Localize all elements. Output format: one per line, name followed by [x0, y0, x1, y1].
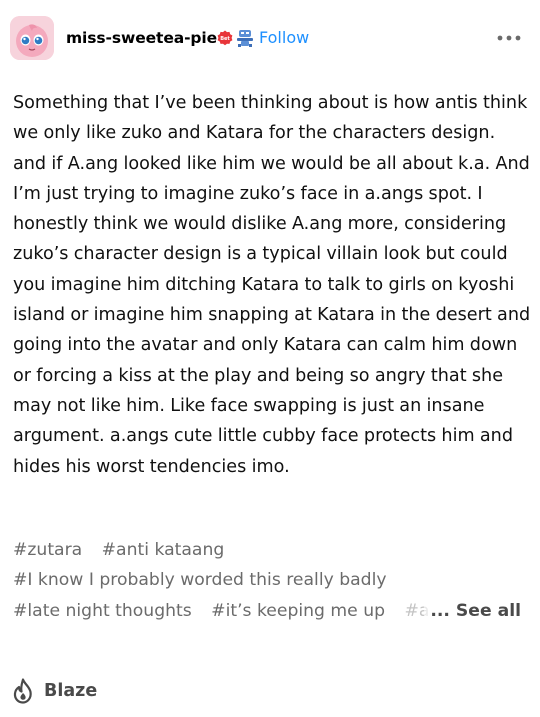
blaze-button[interactable]: Blaze — [12, 678, 97, 704]
red-bet-badge-icon: Bet — [217, 30, 233, 46]
see-all-tags-button[interactable]: ... See all — [424, 595, 521, 626]
flame-icon — [13, 678, 32, 704]
post-header: miss-sweetea-pie Bet Follow — [0, 0, 540, 78]
tag-line-3: #late night thoughts #it’s keeping me up… — [13, 595, 528, 626]
tag[interactable]: #I know I probably worded this really ba… — [13, 570, 387, 590]
tag[interactable]: #it’s keeping me up — [211, 601, 385, 621]
svg-text:Bet: Bet — [220, 36, 230, 42]
tag-line-1: #zutara #anti kataang — [13, 535, 528, 565]
more-options-icon[interactable] — [496, 28, 522, 48]
tag[interactable]: #zutara — [13, 540, 82, 560]
post-card: miss-sweetea-pie Bet Follow Something th… — [0, 0, 540, 717]
tag-line-2: #I know I probably worded this really ba… — [13, 565, 528, 595]
follow-button[interactable]: Follow — [259, 28, 309, 47]
blue-robot-badge-icon — [237, 30, 253, 47]
tag[interactable]: #anti kataang — [102, 540, 225, 560]
username[interactable]: miss-sweetea-pie — [66, 29, 217, 47]
tag[interactable]: #late night thoughts — [13, 601, 192, 621]
avatar[interactable] — [10, 16, 54, 60]
jigglypuff-avatar-icon — [10, 16, 54, 60]
tag-list: #zutara #anti kataang #I know I probably… — [13, 535, 528, 626]
blaze-label: Blaze — [44, 681, 98, 701]
post-body: Something that I’ve been thinking about … — [13, 93, 531, 477]
